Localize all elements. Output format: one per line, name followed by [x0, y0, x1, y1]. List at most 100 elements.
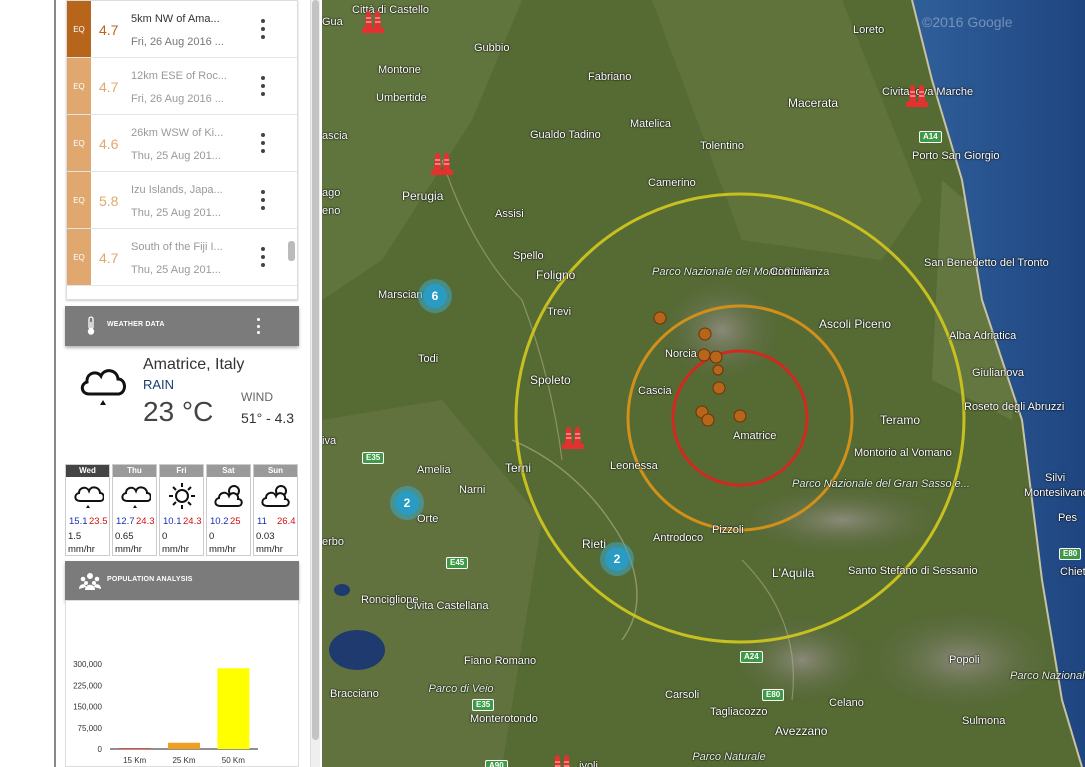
- map-place-label: Loreto: [853, 24, 885, 36]
- forecast-day-wed[interactable]: Wed 15.1 23.5 1.5 mm/hr: [65, 464, 110, 556]
- marker-cluster[interactable]: 2: [600, 542, 634, 576]
- forecast-day-sat[interactable]: Sat 10.2 25 0 mm/hr: [206, 464, 251, 556]
- power-plant-icon[interactable]: [361, 8, 385, 34]
- more-vert-icon[interactable]: [257, 190, 269, 210]
- more-vert-icon[interactable]: [257, 19, 269, 39]
- map-place-label: Ronciglione: [361, 594, 419, 606]
- forecast-high-temp: 23.5: [89, 516, 108, 527]
- weather-menu-icon[interactable]: [253, 318, 263, 334]
- forecast-strip: Wed 15.1 23.5 1.5 mm/hr Thu 12.7 24.3 0.65 mm/hr F…: [65, 464, 299, 556]
- earthquake-list-item[interactable]: EQ 4.6 26km WSW of Ki... Thu, 25 Aug 201...: [67, 115, 297, 172]
- map-place-label: Comunanza: [770, 266, 830, 278]
- weather-header: WEATHER DATA: [65, 306, 299, 346]
- map-place-label: Camerino: [648, 177, 696, 189]
- more-vert-icon[interactable]: [257, 247, 269, 267]
- earthquake-list[interactable]: EQ 4.7 5km NW of Ama... Fri, 26 Aug 2016 ..…: [66, 0, 298, 300]
- power-plant-icon[interactable]: [550, 752, 574, 767]
- road-shield: E45: [446, 557, 469, 569]
- map-place-label: Pes: [1058, 512, 1077, 524]
- more-vert-icon[interactable]: [257, 76, 269, 96]
- map-place-label: Montone: [378, 64, 421, 76]
- cluster-count: 2: [395, 491, 419, 515]
- earthquake-list-scrollbar[interactable]: [288, 241, 295, 261]
- map-place-label: Giulianova: [972, 367, 1024, 379]
- eq-badge: EQ: [67, 229, 91, 285]
- marker-cluster[interactable]: 2: [390, 486, 424, 520]
- eq-badge: EQ: [67, 115, 91, 171]
- map-place-label: Assisi: [495, 208, 524, 220]
- rain-cloud-icon: [80, 369, 126, 405]
- sidebar: EQ 4.7 5km NW of Ama... Fri, 26 Aug 2016 ..…: [58, 0, 308, 767]
- road-shield: E80: [762, 689, 785, 701]
- map-place-label: Terni: [505, 461, 532, 475]
- map-place-label: Matelica: [630, 118, 671, 130]
- earthquake-list-item[interactable]: EQ 4.7 South of the Fiji I... Thu, 25 Aug 2…: [67, 229, 297, 286]
- weather-header-title: WEATHER DATA: [107, 321, 165, 328]
- map-place-label: eno: [322, 205, 341, 217]
- population-header-title: POPULATION ANALYSIS: [107, 576, 193, 583]
- map-place-label: Parco Nazionale della Majella: [1010, 670, 1085, 682]
- map-place-label: Avezzano: [775, 724, 828, 738]
- forecast-rain-unit: mm/hr: [256, 544, 283, 555]
- map-place-label: Silvi: [1045, 472, 1066, 484]
- marker-cluster[interactable]: 6: [418, 279, 452, 313]
- rain-cloud-icon: [121, 486, 151, 508]
- map-place-label: Gubbio: [474, 42, 510, 54]
- forecast-day-thu[interactable]: Thu 12.7 24.3 0.65 mm/hr: [112, 464, 157, 556]
- sidebar-scrollbar[interactable]: [310, 0, 320, 767]
- map-place-label: Monterotondo: [470, 713, 538, 725]
- map-place-label: Antrodoco: [653, 532, 704, 544]
- power-plant-icon[interactable]: [430, 150, 454, 176]
- map-place-label: Chieti: [1060, 566, 1085, 578]
- map-place-label: Umbertide: [376, 92, 427, 104]
- power-plant-icon[interactable]: [561, 424, 585, 450]
- forecast-rain-unit: mm/hr: [209, 544, 236, 555]
- road-shield: A90: [485, 760, 508, 767]
- forecast-day-fri[interactable]: Fri 10.1 24.3 0 mm/hr: [159, 464, 204, 556]
- more-vert-icon[interactable]: [257, 133, 269, 153]
- eq-place: Izu Islands, Japa...: [131, 184, 223, 196]
- eq-date: Fri, 26 Aug 2016 ...: [131, 36, 224, 48]
- forecast-low-temp: 15.1: [69, 516, 88, 527]
- map-place-label: Parco Nazionale dei Monti Sibillini: [652, 266, 818, 278]
- y-tick-label: 75,000: [78, 724, 103, 733]
- forecast-day-sun[interactable]: Sun 11 26.4 0.03 mm/hr: [253, 464, 298, 556]
- forecast-rain-value: 0.65: [115, 531, 134, 542]
- map-place-label: Fiano Romano: [464, 655, 537, 667]
- map-place-label: San Benedetto del Tronto: [924, 257, 1049, 269]
- eq-magnitude: 4.7: [99, 22, 119, 38]
- earthquake-list-item[interactable]: EQ 4.7 12km ESE of Roc... Fri, 26 Aug 2016 …: [67, 58, 297, 115]
- forecast-rain-value: 0: [209, 531, 215, 542]
- eq-place: South of the Fiji I...: [131, 241, 223, 253]
- map-place-label: Pizzoli: [712, 524, 744, 536]
- forecast-day-label: Sun: [254, 465, 297, 477]
- map-place-label: Cascia: [638, 385, 672, 397]
- map-place-label: Teramo: [880, 413, 921, 427]
- road-shield: E80: [1059, 548, 1082, 560]
- earthquake-list-item[interactable]: EQ 5.8 Izu Islands, Japa... Thu, 25 Aug 201…: [67, 172, 297, 229]
- forecast-day-label: Wed: [66, 465, 109, 477]
- forecast-high-temp: 25: [230, 516, 241, 527]
- map-view[interactable]: Città di Castello Montone Gubbio Fabriano Um…: [322, 0, 1085, 767]
- earthquake-list-item[interactable]: EQ 4.7 5km NW of Ama... Fri, 26 Aug 2016 ..…: [67, 1, 297, 58]
- power-plant-icon[interactable]: [905, 82, 929, 108]
- weather-condition: RAIN: [143, 377, 175, 392]
- forecast-high-temp: 24.3: [183, 516, 202, 527]
- map-place-label: Macerata: [788, 96, 839, 110]
- map-place-label: Gualdo Tadino: [530, 129, 601, 141]
- sidebar-scrollbar-thumb[interactable]: [312, 0, 319, 740]
- partly-cloudy-icon: [214, 485, 243, 507]
- eq-magnitude: 4.7: [99, 79, 119, 95]
- population-chart: 300,000 225,000 150,000 75,000 0 15 Km 25 Km 50…: [73, 660, 258, 765]
- forecast-rain-unit: mm/hr: [162, 544, 189, 555]
- forecast-low-temp: 11: [257, 516, 267, 527]
- forecast-low-temp: 10.2: [210, 516, 229, 527]
- y-tick-label: 225,000: [73, 681, 102, 690]
- map-place-label: Celano: [829, 697, 864, 709]
- map-place-label: Santo Stefano di Sessanio: [848, 565, 978, 577]
- map-place-label: Parco Nazionale del Gran Sasso e...: [792, 478, 970, 490]
- road-shield: A14: [919, 131, 942, 143]
- forecast-high-temp: 24.3: [136, 516, 155, 527]
- map-place-label: Leonessa: [610, 460, 658, 472]
- eq-date: Thu, 25 Aug 201...: [131, 150, 221, 162]
